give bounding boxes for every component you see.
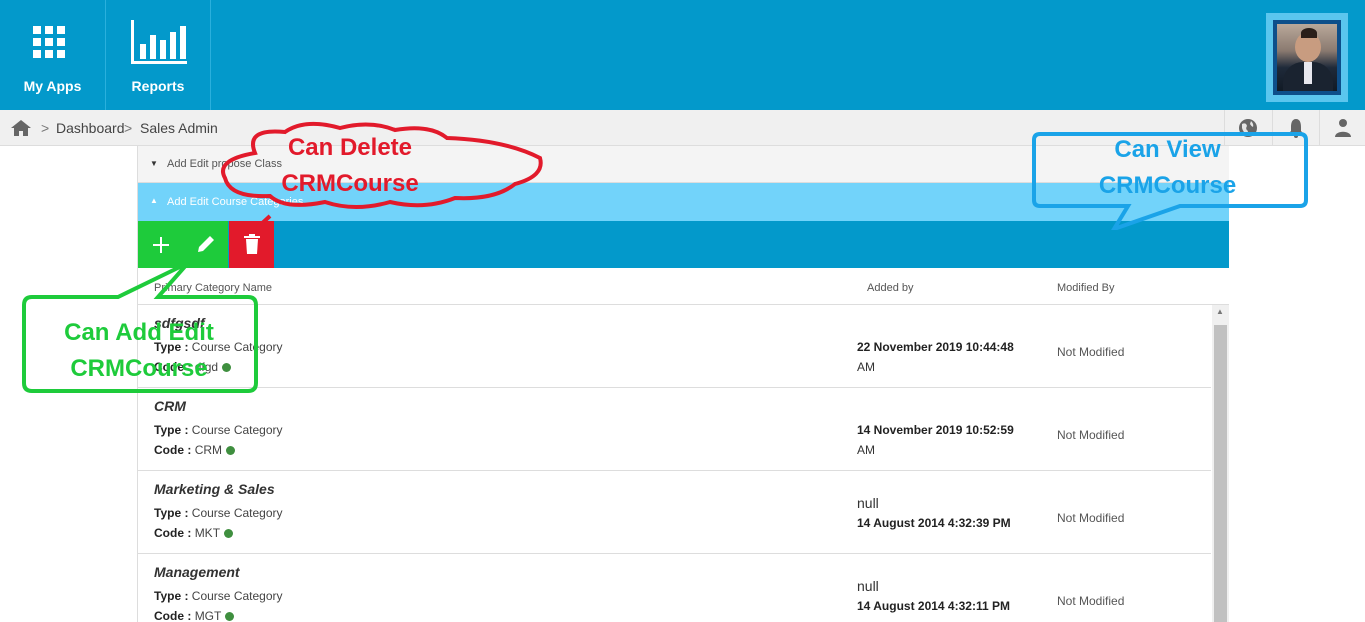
- trash-icon: [244, 234, 260, 254]
- pencil-icon: [198, 236, 214, 252]
- plus-icon: [153, 237, 169, 253]
- breadcrumb-separator: >: [41, 120, 50, 136]
- table-row[interactable]: Marketing & Sales Type : Course Category…: [138, 471, 1211, 554]
- breadcrumb-sales-admin[interactable]: Sales Admin: [140, 120, 218, 136]
- apps-grid-icon: [33, 26, 65, 58]
- user-icon: [1335, 119, 1351, 137]
- table-header: Primary Category Name Added by Modified …: [138, 268, 1229, 305]
- breadcrumb-separator: >: [124, 120, 133, 136]
- my-apps-button[interactable]: My Apps: [0, 0, 106, 110]
- home-icon[interactable]: [10, 119, 32, 137]
- category-type: Type : Course Category: [154, 506, 283, 520]
- category-code: Code : CRM: [154, 443, 236, 457]
- table-row[interactable]: CRM Type : Course Category Code : CRM 14…: [138, 388, 1211, 471]
- modified-status: Not Modified: [1057, 345, 1125, 359]
- category-name: Management: [154, 564, 240, 580]
- avatar[interactable]: [1266, 13, 1348, 102]
- column-header-added-by[interactable]: Added by: [867, 282, 913, 294]
- avatar-photo: [1277, 24, 1337, 91]
- bar-chart-icon: [131, 20, 187, 64]
- category-type: Type : Course Category: [154, 423, 283, 437]
- view-callout-text: Can View CRMCourse: [1098, 136, 1237, 199]
- table-row[interactable]: Management Type : Course Category Code :…: [138, 554, 1211, 622]
- added-info: null 14 August 2014 4:32:39 PM: [857, 495, 1011, 530]
- active-status-dot: [225, 612, 235, 621]
- top-bar: My Apps Reports: [0, 0, 1365, 110]
- modified-status: Not Modified: [1057, 428, 1125, 442]
- breadcrumb-dashboard[interactable]: Dashboard: [56, 120, 125, 136]
- category-type: Type : Course Category: [154, 589, 283, 603]
- added-info: 14 November 2019 10:52:59 AM: [857, 423, 1014, 457]
- added-info: null 14 August 2014 4:32:11 PM: [857, 578, 1010, 613]
- active-status-dot: [226, 446, 236, 455]
- scroll-up-arrow-icon[interactable]: ▲: [1216, 307, 1224, 316]
- table-row[interactable]: sdfgsdf Type : Course Category Code : df…: [138, 305, 1211, 388]
- category-code: Code : MGT: [154, 609, 235, 622]
- profile-button[interactable]: [1319, 110, 1365, 146]
- my-apps-label: My Apps: [23, 78, 82, 94]
- category-name: CRM: [154, 398, 186, 414]
- category-name: Marketing & Sales: [154, 481, 275, 497]
- expand-arrow-icon: ▲: [150, 196, 158, 205]
- reports-button[interactable]: Reports: [106, 0, 211, 110]
- delete-callout-text: Can Delete CRMCourse: [281, 134, 419, 197]
- column-header-modified-by[interactable]: Modified By: [1057, 282, 1114, 294]
- add-edit-callout-text: Can Add Edit CRMCourse: [64, 319, 214, 382]
- modified-status: Not Modified: [1057, 511, 1125, 525]
- collapse-arrow-icon: ▼: [150, 159, 158, 168]
- category-code: Code : MKT: [154, 526, 234, 540]
- reports-label: Reports: [131, 78, 185, 94]
- modified-status: Not Modified: [1057, 594, 1125, 608]
- vertical-scrollbar[interactable]: ▲: [1212, 305, 1229, 622]
- scrollbar-thumb[interactable]: [1214, 325, 1227, 622]
- active-status-dot: [224, 529, 234, 538]
- added-info: 22 November 2019 10:44:48 AM: [857, 340, 1014, 374]
